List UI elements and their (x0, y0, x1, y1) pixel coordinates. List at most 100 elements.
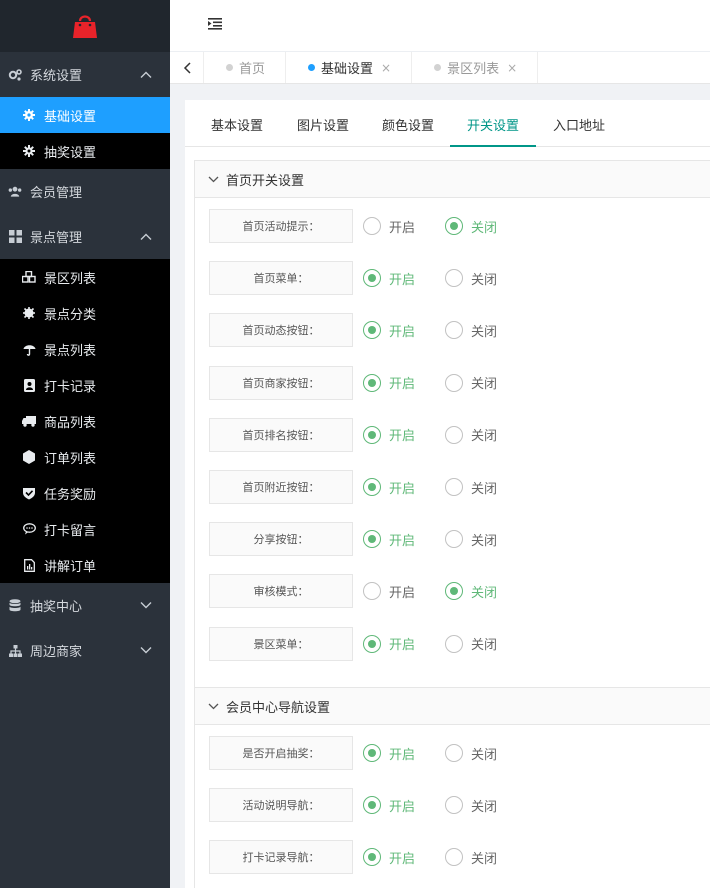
radio-circle-icon (445, 744, 463, 762)
radio-label: 关闭 (471, 851, 498, 867)
hexagon-icon (22, 450, 36, 464)
logo[interactable] (0, 0, 170, 52)
tab-image-settings[interactable]: 图片设置 (283, 100, 363, 147)
radio-disable[interactable]: 关闭 (445, 796, 497, 815)
sidebar-item-label: 订单列表 (44, 451, 97, 467)
sidebar-item-basic-settings[interactable]: 基础设置 (0, 97, 170, 133)
switch-row-label: 景区菜单： (209, 626, 353, 661)
switch-row: 打卡记录导航： 开启 关闭 (209, 840, 709, 875)
radio-disable[interactable]: 关闭 (445, 478, 498, 497)
radio-disable[interactable]: 关闭 (445, 634, 497, 653)
tab-dot (434, 64, 442, 71)
menu-fold-icon[interactable] (208, 17, 222, 34)
sidebar-item-guide-orders[interactable]: 讲解订单 (0, 547, 170, 583)
gear-icon (22, 144, 36, 158)
radio-disable[interactable]: 关闭 (445, 217, 498, 236)
sidebar-item-label: 打卡记录 (44, 379, 97, 395)
radio-label: 关闭 (471, 481, 498, 497)
sidebar-item-lottery-settings[interactable]: 抽奖设置 (0, 133, 170, 169)
radio-circle-icon (363, 373, 381, 392)
switch-row: 首页菜单： 开启 关闭 (209, 261, 709, 296)
radio-label: 关闭 (471, 533, 498, 549)
radio-label: 关闭 (471, 220, 498, 236)
switch-row-label: 首页排名按钮： (209, 417, 353, 452)
radio-disable[interactable]: 关闭 (445, 373, 497, 392)
radio-circle-icon (445, 373, 463, 392)
radio-label: 开启 (389, 851, 416, 867)
radio-disable[interactable]: 关闭 (445, 321, 497, 340)
radio-circle-icon (363, 530, 381, 549)
tab-basic-settings[interactable]: 基本设置 (197, 100, 277, 147)
radio-disable[interactable]: 关闭 (445, 269, 497, 288)
radio-disable[interactable]: 关闭 (445, 744, 497, 763)
radio-enable[interactable]: 开启 (363, 744, 415, 763)
tab-switch-settings[interactable]: 开关设置 (450, 100, 536, 147)
tab-entry-address[interactable]: 入口地址 (539, 100, 619, 147)
sidebar-group-lottery-center[interactable]: 抽奖中心 (0, 583, 170, 628)
radio-enable[interactable]: 开启 (363, 634, 416, 654)
switch-row: 是否开启抽奖： 开启 关闭 (209, 736, 709, 770)
close-icon[interactable]: × (381, 61, 391, 75)
radio-enable[interactable]: 开启 (363, 217, 415, 236)
radio-enable[interactable]: 开启 (363, 321, 415, 340)
page-tab-home[interactable]: 首页 (204, 52, 287, 83)
panel-header[interactable]: 首页开关设置 (195, 161, 710, 198)
sidebar-item-label: 景区列表 (44, 271, 97, 287)
shopping-bag-icon (73, 15, 97, 38)
sidebar-group-nearby-merchants[interactable]: 周边商家 (0, 628, 170, 673)
radio-enable[interactable]: 开启 (363, 848, 416, 867)
tab-color-settings[interactable]: 颜色设置 (368, 100, 448, 147)
page-tab-scenic-area-list[interactable]: 景区列表 × (412, 52, 539, 83)
radio-disable[interactable]: 关闭 (445, 530, 498, 549)
radio-label: 开启 (389, 272, 416, 288)
switch-row-label: 是否开启抽奖： (209, 736, 353, 770)
settings-tabs: 基本设置 图片设置 颜色设置 开关设置 入口地址 (185, 100, 710, 147)
radio-label: 开启 (389, 429, 416, 445)
sidebar-group-system-settings[interactable]: 系统设置 (0, 52, 170, 97)
page-tab-label: 首页 (239, 62, 266, 77)
sidebar-item-task-rewards[interactable]: 任务奖励 (0, 475, 170, 511)
sidebar-item-checkin-messages[interactable]: 打卡留言 (0, 511, 170, 547)
sidebar-group-members[interactable]: 会员管理 (0, 169, 170, 214)
sidebar-item-scenic-area-list[interactable]: 景区列表 (0, 259, 170, 295)
grid-icon (8, 230, 22, 244)
switch-row: 首页排名按钮： 开启 关闭 (209, 417, 709, 452)
radio-circle-icon (363, 848, 381, 867)
sidebar-group-label: 周边商家 (30, 645, 83, 660)
radio-enable[interactable]: 开启 (363, 582, 415, 601)
radio-disable[interactable]: 关闭 (445, 582, 497, 601)
radio-enable[interactable]: 开启 (363, 373, 415, 392)
switch-row: 首页附近按钮： 开启 关闭 (209, 470, 709, 504)
radio-enable[interactable]: 开启 (363, 530, 415, 549)
radio-circle-icon (445, 634, 463, 653)
sidebar-item-scenic-category[interactable]: 景点分类 (0, 295, 170, 331)
switch-row-label: 首页商家按钮： (209, 365, 353, 400)
chevron-down-icon (140, 643, 152, 658)
radio-label: 开启 (389, 638, 416, 654)
page-tab-basic-settings[interactable]: 基础设置 × (286, 52, 413, 83)
tab-dot (226, 64, 233, 71)
radio-circle-icon (363, 634, 381, 653)
tabs-scroll-left-button[interactable] (170, 52, 204, 83)
sidebar-item-scenic-list[interactable]: 景点列表 (0, 331, 170, 367)
radio-disable[interactable]: 关闭 (445, 425, 497, 444)
radio-circle-icon (445, 530, 463, 549)
chevron-down-icon (208, 703, 219, 710)
radio-disable[interactable]: 关闭 (445, 848, 498, 867)
users-icon (8, 185, 22, 199)
radio-circle-icon (445, 796, 463, 815)
switch-row-label: 分享按钮： (209, 522, 353, 557)
sidebar-item-product-list[interactable]: 商品列表 (0, 403, 170, 439)
sidebar-item-order-list[interactable]: 订单列表 (0, 439, 170, 475)
sidebar-item-label: 抽奖设置 (44, 145, 97, 161)
sidebar-group-label: 会员管理 (30, 186, 83, 201)
sidebar-group-scenic-management[interactable]: 景点管理 (0, 214, 170, 259)
radio-enable[interactable]: 开启 (363, 269, 416, 288)
panel-header[interactable]: 会员中心导航设置 (195, 688, 710, 725)
radio-enable[interactable]: 开启 (363, 425, 416, 445)
submenu-system-settings: 基础设置 抽奖设置 (0, 97, 170, 169)
close-icon[interactable]: × (507, 61, 517, 75)
radio-enable[interactable]: 开启 (363, 796, 415, 815)
sidebar-item-checkin-records[interactable]: 打卡记录 (0, 367, 170, 403)
radio-enable[interactable]: 开启 (363, 478, 415, 497)
